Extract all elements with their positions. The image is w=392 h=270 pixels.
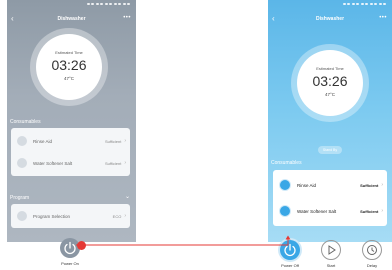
transition-arrow (76, 235, 291, 246)
